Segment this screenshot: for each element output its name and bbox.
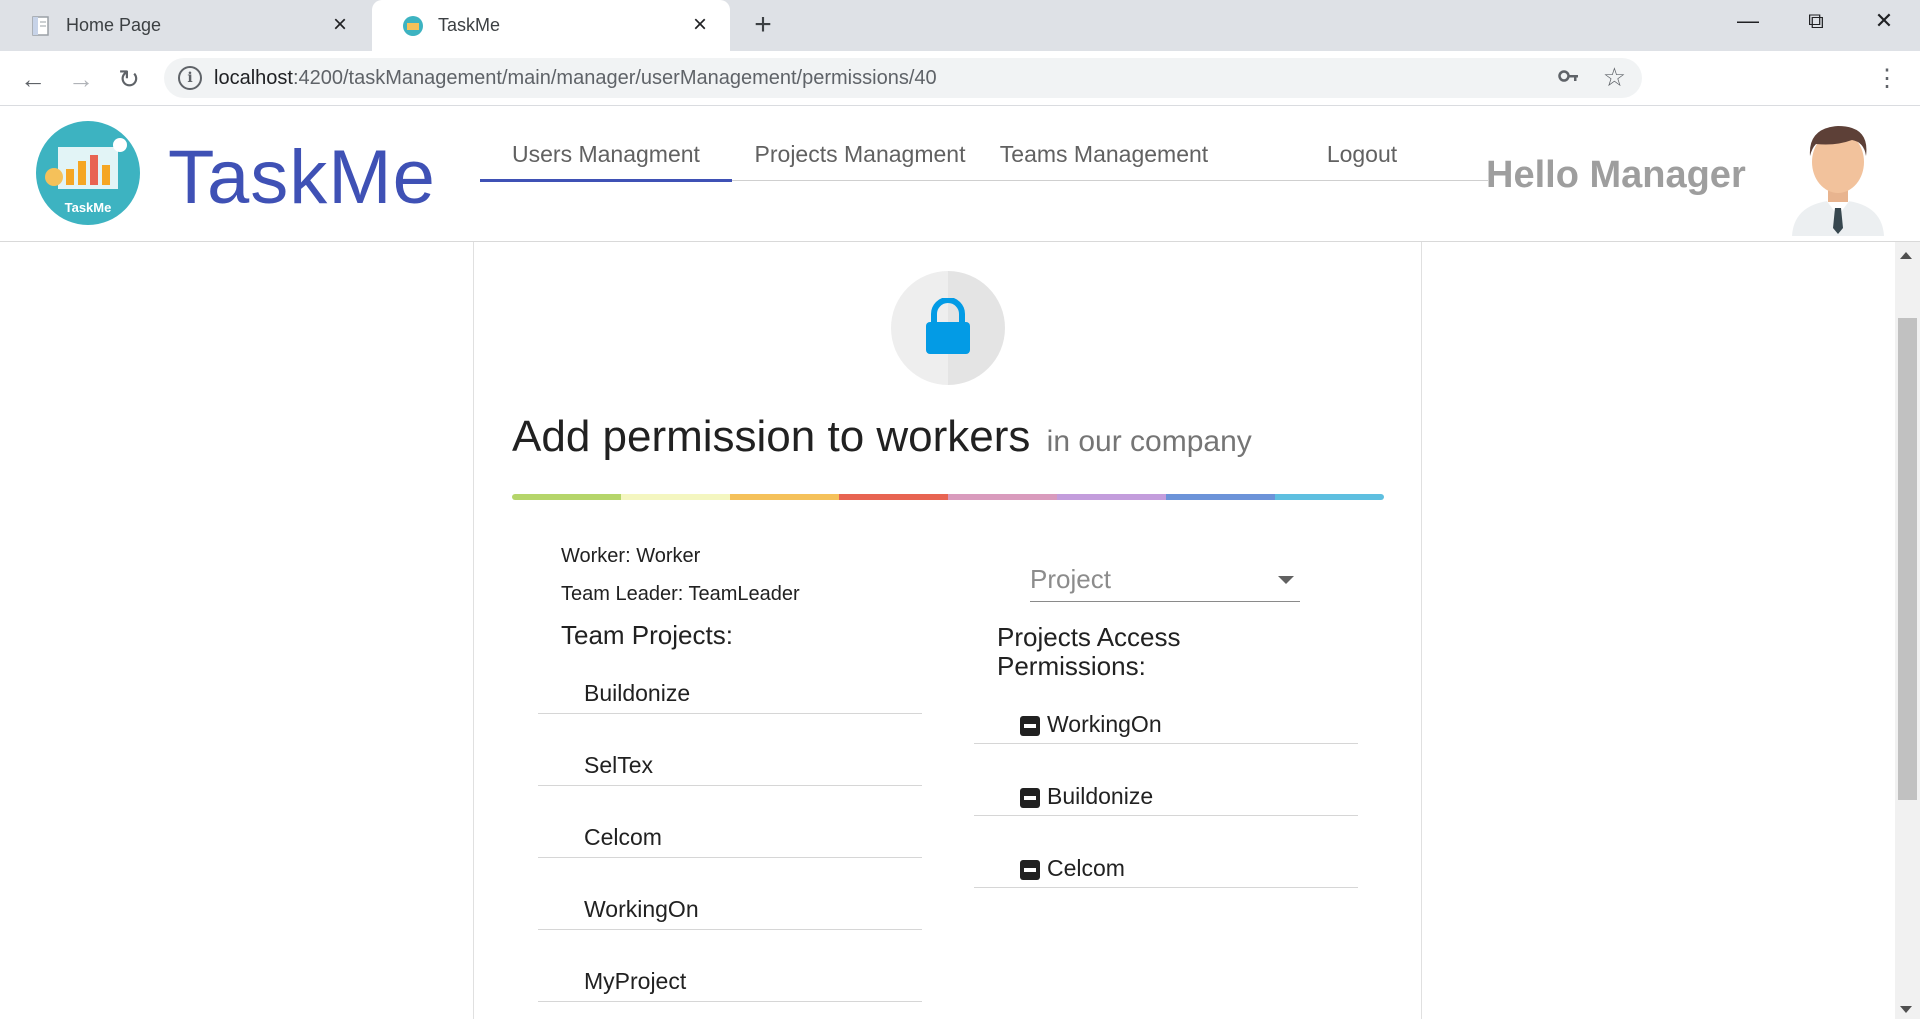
project-select[interactable]: Project xyxy=(1030,552,1300,602)
list-item[interactable]: Celcom xyxy=(538,786,922,858)
list-item[interactable]: WorkingOn xyxy=(538,858,922,930)
scrollbar-thumb[interactable] xyxy=(1898,318,1917,800)
remove-permission-icon[interactable] xyxy=(1020,716,1040,736)
permission-label: WorkingOn xyxy=(1047,711,1162,737)
forward-icon[interactable]: → xyxy=(64,63,98,95)
rainbow-segment xyxy=(948,494,1057,500)
list-item[interactable]: SelTex xyxy=(538,714,922,786)
new-tab-icon[interactable]: + xyxy=(748,10,778,40)
browser-toolbar: ← → ↻ i localhost:4200/taskManagement/ma… xyxy=(0,51,1920,140)
scroll-up-icon[interactable] xyxy=(1900,252,1912,259)
taskme-logo[interactable]: TaskMe xyxy=(36,121,140,225)
bookmark-star-icon[interactable]: ☆ xyxy=(1603,62,1626,93)
tab-title: Home Page xyxy=(66,15,162,35)
lock-badge xyxy=(891,271,1005,385)
rainbow-segment xyxy=(1057,494,1166,500)
project-select-placeholder: Project xyxy=(1030,564,1111,594)
address-bar[interactable]: i localhost:4200/taskManagement/main/man… xyxy=(164,58,1642,98)
permission-label: Buildonize xyxy=(1047,783,1154,809)
rainbow-segment xyxy=(1275,494,1384,500)
brand-title: TaskMe xyxy=(168,135,436,220)
logo-label: TaskMe xyxy=(64,200,112,215)
browser-tab-home-page[interactable]: Home Page × xyxy=(0,0,370,51)
minimize-window-icon[interactable]: — xyxy=(1728,6,1768,36)
permission-item: WorkingOn xyxy=(974,672,1358,744)
rainbow-segment xyxy=(512,494,621,500)
permission-item: Celcom xyxy=(974,816,1358,888)
browser-tab-taskme[interactable]: TaskMe × xyxy=(372,0,730,51)
url-path: :4200/taskManagement/main/manager/userMa… xyxy=(292,67,937,89)
nav-projects-managment[interactable]: Projects Managment xyxy=(742,136,978,181)
team-leader-name: Team Leader: TeamLeader xyxy=(561,583,800,605)
restore-window-icon[interactable]: ⧉ xyxy=(1796,6,1836,36)
tab-title: TaskMe xyxy=(438,15,501,35)
list-item[interactable]: MyProject xyxy=(538,930,922,1002)
key-icon[interactable] xyxy=(1558,65,1580,93)
remove-permission-icon[interactable] xyxy=(1020,860,1040,880)
page-title-main: Add permission to workers xyxy=(512,412,1031,461)
dropdown-arrow-icon[interactable] xyxy=(1278,576,1294,584)
permission-label: Celcom xyxy=(1047,855,1125,881)
rainbow-segment xyxy=(839,494,948,500)
list-item[interactable]: Buildonize xyxy=(538,642,922,714)
manager-avatar[interactable] xyxy=(1786,116,1890,236)
close-window-icon[interactable]: ✕ xyxy=(1864,6,1904,36)
taskme-favicon-icon xyxy=(403,15,423,36)
url-host: localhost xyxy=(214,67,293,89)
page-icon xyxy=(32,15,49,36)
rainbow-segment xyxy=(1166,494,1275,500)
rainbow-divider xyxy=(512,494,1384,500)
permissions-card: Add permission to workers in our company… xyxy=(473,242,1422,1019)
page-subtitle: in our company xyxy=(1046,425,1252,458)
remove-permission-icon[interactable] xyxy=(1020,788,1040,808)
page-title: Add permission to workers in our company xyxy=(512,412,1252,462)
close-tab-icon[interactable]: × xyxy=(328,13,352,37)
rainbow-segment xyxy=(621,494,730,500)
lock-icon xyxy=(926,298,970,354)
rainbow-segment xyxy=(730,494,839,500)
team-projects-list: Buildonize SelTex Celcom WorkingOn MyPro… xyxy=(538,642,922,1002)
scroll-down-icon[interactable] xyxy=(1900,1006,1912,1013)
site-info-icon[interactable]: i xyxy=(178,66,202,90)
browser-tab-strip: Home Page × TaskMe × + — ⧉ ✕ xyxy=(0,0,1920,51)
browser-menu-icon[interactable]: ⋮ xyxy=(1870,63,1904,95)
worker-name: Worker: Worker xyxy=(561,545,701,567)
main-nav: Users Managment Projects Managment Teams… xyxy=(480,136,1488,182)
nav-teams-management[interactable]: Teams Management xyxy=(990,136,1218,181)
greeting: Hello Manager xyxy=(1486,154,1746,196)
close-tab-icon[interactable]: × xyxy=(688,13,712,37)
permission-item: Buildonize xyxy=(974,744,1358,816)
back-icon[interactable]: ← xyxy=(16,63,50,95)
url-text[interactable]: localhost:4200/taskManagement/main/manag… xyxy=(214,58,937,98)
nav-logout[interactable]: Logout xyxy=(1312,136,1412,181)
nav-users-managment[interactable]: Users Managment xyxy=(480,136,732,182)
key-glyph xyxy=(1558,70,1578,82)
access-permissions-list: WorkingOn Buildonize Celcom xyxy=(974,672,1358,888)
reload-icon[interactable]: ↻ xyxy=(112,63,146,95)
app-header: TaskMe TaskMe Users Managment Projects M… xyxy=(0,106,1920,242)
